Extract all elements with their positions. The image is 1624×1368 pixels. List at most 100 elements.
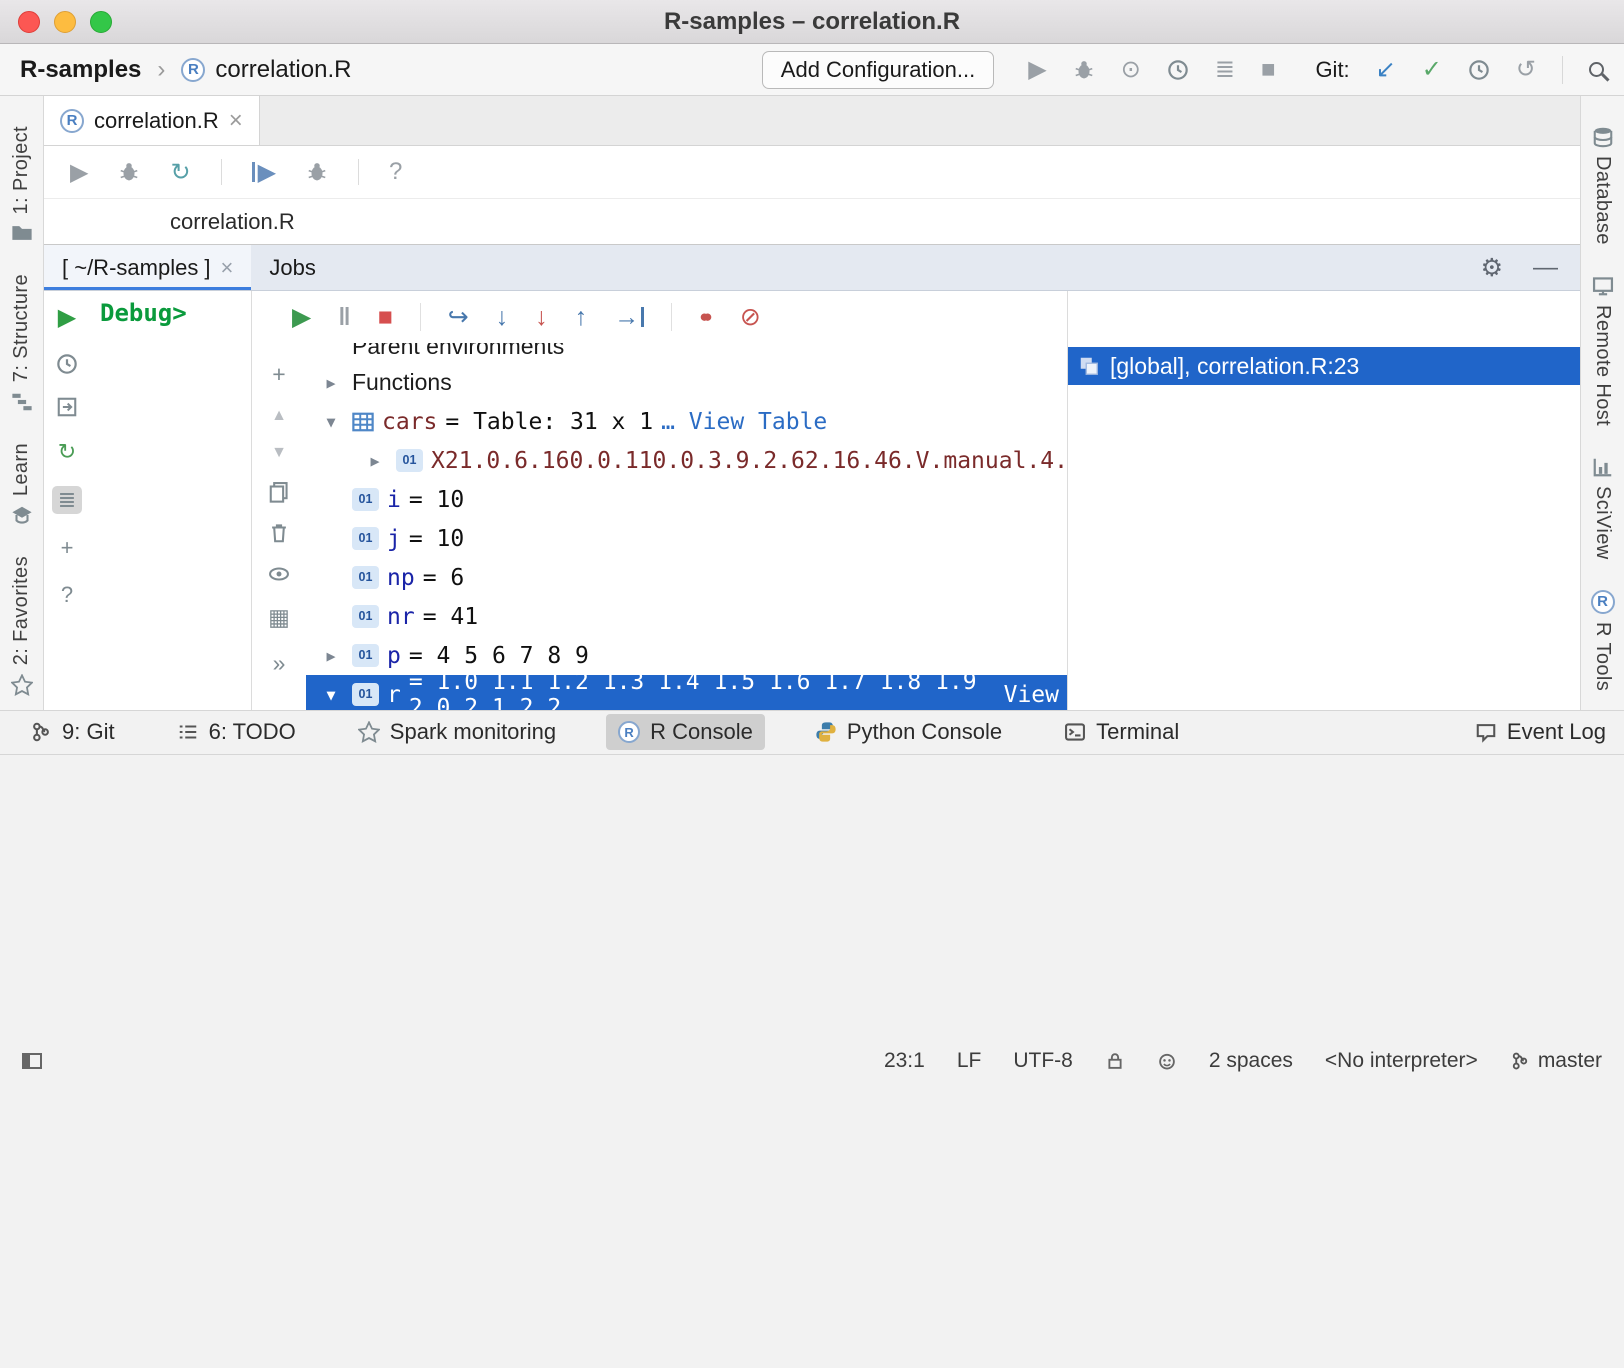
search-icon[interactable]	[1589, 62, 1604, 77]
add-configuration-button[interactable]: Add Configuration...	[762, 51, 994, 89]
stop-icon[interactable]: ■	[1261, 56, 1276, 84]
breadcrumb-file[interactable]: correlation.R	[170, 209, 295, 235]
hide-panel-icon[interactable]: —	[1533, 253, 1558, 282]
commit-icon[interactable]: ✓	[1422, 55, 1442, 84]
show-as-table-icon[interactable]: ▦	[268, 604, 290, 631]
event-log-button[interactable]: Event Log	[1475, 719, 1606, 745]
branch-icon	[1510, 1051, 1530, 1071]
debug-icon[interactable]	[1073, 59, 1095, 81]
resume-button[interactable]: ▶	[292, 302, 311, 332]
value-badge-icon: 01	[352, 566, 379, 589]
coverage-icon[interactable]: ⊙	[1121, 55, 1141, 84]
line-ending-widget[interactable]: LF	[957, 1049, 982, 1073]
tool-button-learn[interactable]: Learn	[10, 443, 33, 526]
variable-row[interactable]: 01j = 10	[306, 519, 1067, 558]
tool-button-1-project[interactable]: 1: Project	[10, 126, 33, 244]
tool-button-7-structure[interactable]: 7: Structure	[10, 274, 33, 412]
soft-wrap-icon[interactable]: ≣	[52, 486, 82, 514]
step-over-button[interactable]: ↪	[448, 302, 469, 332]
tool-button-r-tools[interactable]: RR Tools	[1591, 590, 1615, 691]
force-step-into-button[interactable]: ↓	[535, 303, 548, 332]
minimize-window-button[interactable]	[54, 11, 76, 33]
help-icon[interactable]: ?	[389, 158, 402, 186]
variable-row[interactable]: 01np = 6	[306, 558, 1067, 597]
watch-options-icon[interactable]	[268, 563, 290, 585]
rerun-icon[interactable]: ↻	[58, 439, 76, 465]
move-up-icon[interactable]: ▲	[271, 407, 287, 425]
rerun-icon[interactable]: ↻	[170, 158, 190, 187]
pause-button[interactable]: ‖	[338, 303, 350, 332]
variable-row[interactable]: 01i = 10	[306, 480, 1067, 519]
rollback-icon[interactable]: ↺	[1516, 55, 1536, 84]
history-icon[interactable]	[1468, 59, 1490, 81]
export-console-icon[interactable]	[56, 396, 78, 418]
stop-button[interactable]: ■	[378, 303, 393, 332]
variable-row[interactable]: ▶01X21.0.6.160.0.110.0.3.9.2.62.16.46.V.…	[306, 441, 1067, 480]
mute-breakpoints-button[interactable]: ⊘	[740, 302, 761, 332]
execute-icon[interactable]: ▶	[58, 303, 76, 332]
expand-arrow[interactable]: ▼	[318, 413, 344, 431]
tool-button-2-favorites[interactable]: 2: Favorites	[10, 556, 33, 695]
expand-arrow[interactable]: ▶	[318, 374, 344, 392]
help-icon[interactable]: ?	[61, 582, 73, 608]
tool-window-button-spark-monitoring[interactable]: Spark monitoring	[346, 714, 568, 750]
update-project-icon[interactable]: ↙	[1376, 55, 1396, 84]
variable-row[interactable]: ▶Functions	[306, 363, 1067, 402]
tool-window-button-9-git[interactable]: 9: Git	[18, 714, 127, 750]
run-to-cursor-button[interactable]: →	[614, 303, 644, 332]
interpreter-widget[interactable]: <No interpreter>	[1325, 1049, 1478, 1073]
tool-button-sciview[interactable]: SciView	[1591, 456, 1614, 560]
copy-icon[interactable]	[268, 481, 290, 503]
indent-widget[interactable]: 2 spaces	[1209, 1049, 1293, 1073]
profiler-icon[interactable]	[1167, 59, 1189, 81]
add-watch-icon[interactable]: +	[272, 361, 285, 388]
settings-gear-icon[interactable]: ⚙	[1481, 253, 1503, 283]
close-tab-icon[interactable]: ×	[221, 255, 234, 281]
view-breakpoints-button[interactable]: ●●	[699, 307, 713, 327]
tool-button-remote-host[interactable]: Remote Host	[1591, 275, 1614, 426]
caret-position-widget[interactable]: 23:1	[884, 1049, 925, 1073]
debug-icon[interactable]	[118, 161, 140, 183]
expand-arrow[interactable]: ▼	[318, 686, 344, 704]
run-icon[interactable]: ▶	[1028, 55, 1046, 84]
history-icon[interactable]	[56, 353, 78, 375]
expand-arrow[interactable]: ▶	[362, 452, 388, 470]
tool-window-button-6-todo[interactable]: 6: TODO	[165, 714, 308, 750]
variable-row[interactable]: ▼01r = 1.0 1.1 1.2 1.3 1.4 1.5 1.6 1.7 1…	[306, 675, 1067, 714]
step-out-button[interactable]: ↑	[575, 303, 588, 332]
move-down-icon[interactable]: ▼	[271, 444, 287, 462]
breadcrumb-project[interactable]: R-samples	[20, 56, 141, 84]
git-branch-widget[interactable]: master	[1510, 1049, 1602, 1073]
breadcrumb-separator-icon: ›	[157, 56, 165, 84]
expand-arrow[interactable]: ▶	[318, 647, 344, 665]
run-icon[interactable]: ▶	[70, 158, 88, 187]
frame-row[interactable]: [global], correlation.R:23	[1068, 347, 1580, 385]
debug-to-line-icon[interactable]	[306, 161, 328, 183]
close-window-button[interactable]	[18, 11, 40, 33]
variable-row[interactable]: 01nr = 41	[306, 597, 1067, 636]
step-into-button[interactable]: ↓	[496, 303, 509, 332]
run-to-line-icon[interactable]: ▶	[252, 158, 276, 187]
encoding-widget[interactable]: UTF-8	[1013, 1049, 1073, 1073]
zoom-window-button[interactable]	[90, 11, 112, 33]
view-link[interactable]: … View Table	[661, 409, 827, 435]
assistant-icon[interactable]	[1157, 1051, 1177, 1071]
delete-icon[interactable]	[268, 522, 290, 544]
add-icon[interactable]: +	[61, 535, 74, 561]
toggle-tool-buttons-icon[interactable]	[22, 1053, 42, 1069]
breadcrumb-file[interactable]: correlation.R	[215, 56, 351, 84]
tool-button-database[interactable]: Database	[1591, 126, 1614, 245]
editor-tab-correlation-r[interactable]: R correlation.R ×	[44, 96, 260, 145]
clipped-group-row[interactable]: Parent environments	[306, 343, 1067, 363]
console-tab-r-samples[interactable]: [ ~/R-samples ]×	[44, 245, 251, 290]
run-list-icon[interactable]: ≣	[1215, 55, 1235, 84]
console-tab-jobs[interactable]: Jobs	[251, 245, 333, 290]
variable-row[interactable]: ▼cars = Table: 31 x 1 … View Table	[306, 402, 1067, 441]
tool-window-button-terminal[interactable]: Terminal	[1052, 714, 1191, 750]
close-tab-icon[interactable]: ×	[229, 107, 243, 135]
tool-window-button-r-console[interactable]: RR Console	[606, 714, 765, 750]
more-actions-icon[interactable]: »	[273, 650, 286, 677]
tool-window-button-python-console[interactable]: Python Console	[803, 714, 1014, 750]
readonly-lock-icon[interactable]	[1105, 1051, 1125, 1071]
view-link[interactable]: View	[1004, 682, 1059, 708]
